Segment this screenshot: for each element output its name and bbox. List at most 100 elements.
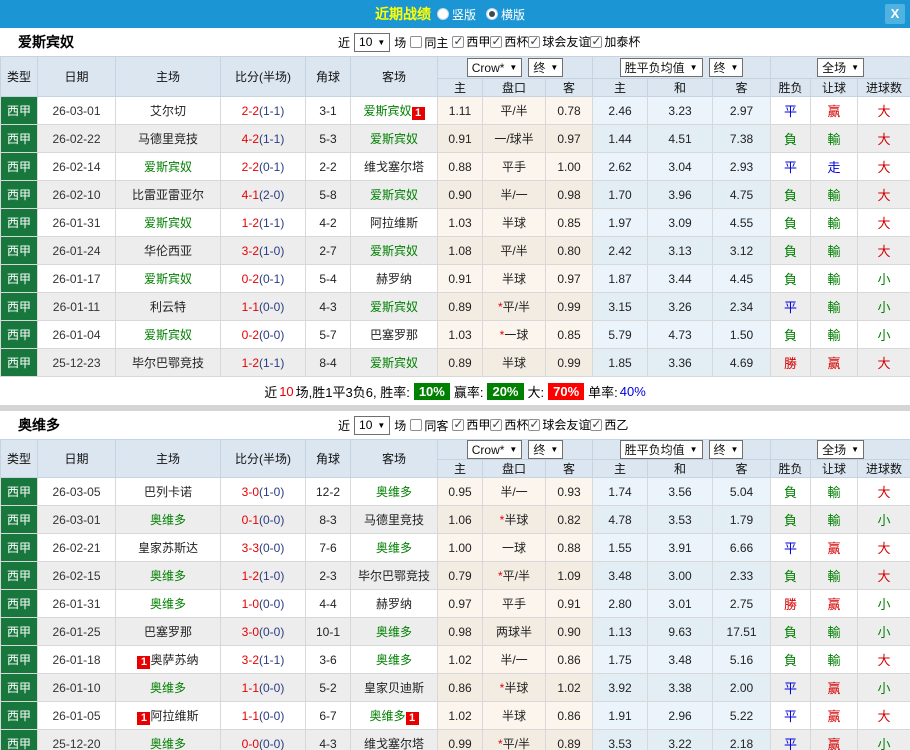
checkbox-checked-icon[interactable] [490,34,503,48]
score-cell: 4-1(2-0) [220,180,306,209]
result-winloss-cell: 負 [770,208,812,237]
odds-stage-select[interactable]: 终 ▼ [528,58,564,77]
date-cell: 26-02-21 [37,533,116,562]
home-team-cell: 奥维多 [115,505,221,534]
result-winloss-cell: 平 [770,152,812,181]
match-count-select[interactable]: 10 ▼ [354,32,391,52]
league-cell: 西甲 [0,673,38,702]
home-team-cell: 1 奥萨苏纳 [115,645,221,674]
result-goals-cell: 小 [857,729,910,750]
handicap-value: 平/半 [500,244,528,258]
odds-away-cell: 0.78 [544,96,594,125]
result-winloss-value: 平 [784,104,798,119]
radio-selected-icon[interactable] [486,8,498,20]
result-winloss-cell: 平 [770,701,812,730]
league-filter-checkbox[interactable]: 加泰杯 [590,33,640,50]
handicap-cell: 两球半 [482,617,546,646]
score-cell: 1-1(0-0) [220,292,306,321]
result-winloss-value: 平 [784,709,798,724]
section-bar-oviedo: 奥维多 近 10▼ 场 同客 西甲西杯球会友谊西乙 [0,411,910,439]
league-filter-checkbox[interactable]: 球会友谊 [528,33,590,50]
halftime-score: (0-0) [259,708,285,723]
avg-stage-select[interactable]: 终 ▼ [708,440,744,459]
league-filter-checkbox[interactable]: 西乙 [590,416,628,433]
score-cell: 0-2(0-1) [220,264,306,293]
home-team-name: 华伦西亚 [143,244,192,258]
result-winloss-cell: 負 [770,320,812,349]
checkbox-checked-icon[interactable] [590,34,603,48]
checkbox-checked-icon[interactable] [590,417,603,431]
score-cell: 4-2(1-1) [220,124,306,153]
same-venue-checkbox[interactable]: 同客 [410,417,448,434]
result-handicap-value: 輸 [827,653,841,668]
bookmaker-select[interactable]: Crow* ▼ [466,58,523,77]
league-filter-checkbox[interactable]: 西杯 [490,416,528,433]
league-filter-checkbox[interactable]: 球会友谊 [528,416,590,433]
fulltime-score: 1-2 [241,215,259,230]
corners-cell: 5-2 [305,673,351,702]
bookmaker-select[interactable]: Crow* ▼ [466,440,523,459]
checkbox-checked-icon[interactable] [528,417,541,431]
close-button[interactable]: X [885,4,905,24]
checkbox-unchecked-icon[interactable] [410,419,423,431]
away-team-name: 爱斯宾奴 [369,244,418,258]
handicap-value: 两球半 [495,625,532,639]
league-filter-checkbox[interactable]: 西甲 [452,33,490,50]
fulltime-score: 3-2 [241,243,259,258]
col-away: 客场 [350,56,438,97]
handicap-cell: 平手 [482,152,546,181]
result-winloss-value: 勝 [784,597,798,612]
odds-away-cell: 0.85 [544,320,594,349]
fulltime-select[interactable]: 全场 ▼ [817,58,865,77]
same-venue-checkbox[interactable]: 同主 [410,34,448,51]
section-bar-espanyol: 爱斯宾奴 近 10▼ 场 同主 西甲西杯球会友谊加泰杯 [0,28,910,56]
league-filter-label: 西杯 [504,418,529,433]
avg-home-cell: 1.44 [592,124,649,153]
avg-type-select[interactable]: 胜平负均值 ▼ [619,440,703,459]
away-team-name: 爱斯宾奴 [369,188,418,202]
away-team-name: 维戈塞尔塔 [363,737,424,750]
odds-stage-select[interactable]: 终 ▼ [528,440,564,459]
layout-vertical-option[interactable]: 竖版 [436,6,476,23]
radio-unselected-icon[interactable] [436,8,449,20]
layout-horizontal-option[interactable]: 横版 [486,6,525,23]
checkbox-unchecked-icon[interactable] [410,36,423,48]
handicap-value: 一/球半 [494,132,534,146]
league-cell: 西甲 [0,701,38,730]
halftime-score: (0-1) [259,271,285,286]
handicap-cell: 一球 [482,533,546,562]
checkbox-checked-icon[interactable] [528,34,541,48]
result-handicap-cell: 輸 [810,236,859,265]
fulltime-group-header: 全场 ▼ [770,439,910,460]
odds-away-cell: 0.85 [544,208,594,237]
fulltime-score: 3-3 [241,540,259,555]
avg-type-select[interactable]: 胜平负均值 ▼ [619,58,703,77]
match-count-select[interactable]: 10 ▼ [354,415,391,435]
handicap-cell: *平/半 [482,292,546,321]
league-filter-checkbox[interactable]: 西杯 [490,33,528,50]
sub-avg-draw: 和 [647,78,714,97]
result-goals-value: 大 [877,132,891,147]
sub-odds-away: 客 [544,78,594,97]
odds-home-cell: 0.99 [437,729,483,750]
result-winloss-value: 負 [784,216,798,231]
away-team-cell: 爱斯宾奴 [350,292,438,321]
checkbox-checked-icon[interactable] [452,34,465,48]
league-filter-checkbox[interactable]: 西甲 [452,416,490,433]
odds-home-cell: 1.00 [437,533,483,562]
avg-stage-select[interactable]: 终 ▼ [708,58,744,77]
away-team-cell: 赫罗纳 [350,589,438,618]
corners-cell: 5-7 [305,320,351,349]
odds-away-cell: 0.82 [544,505,594,534]
sub-odds-home: 主 [437,459,483,478]
checkbox-checked-icon[interactable] [452,417,465,431]
result-winloss-value: 負 [784,569,798,584]
checkbox-checked-icon[interactable] [490,417,503,431]
away-team-cell: 爱斯宾奴 [350,180,438,209]
avg-draw-cell: 2.96 [647,701,714,730]
result-handicap-cell: 輸 [810,505,859,534]
odds-away-cell: 0.91 [544,589,594,618]
fulltime-score: 3-2 [241,652,259,667]
fulltime-select[interactable]: 全场 ▼ [817,440,865,459]
odds-home-cell: 1.03 [437,208,483,237]
